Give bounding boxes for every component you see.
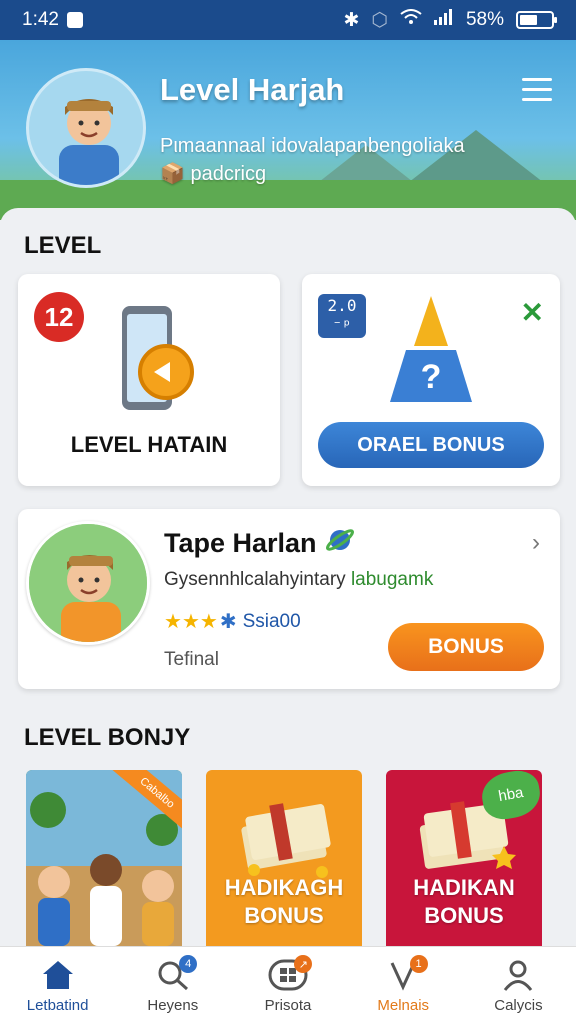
header-avatar[interactable]: [26, 68, 146, 188]
level-badge: 12: [34, 292, 84, 342]
battery-icon: [516, 11, 557, 29]
tile-label-line: HADIKAN: [413, 875, 515, 900]
profile-name-text: Tape Harlan: [164, 528, 317, 558]
nav-item-grid[interactable]: ↗ Prisota: [230, 947, 345, 1024]
time-text: 1:42: [22, 9, 59, 30]
section-title-bonus: LEVEL BONJY: [24, 724, 191, 751]
status-right: ✱ ⬡ 58%: [343, 9, 557, 32]
signal-icon: [433, 9, 454, 31]
nav-label: Prisota: [264, 997, 312, 1014]
section-title-level: LEVEL: [24, 232, 102, 259]
profile-description: Gysennhlcalahyintary labugamk: [164, 569, 433, 591]
subtitle-line: 📦 padcricg: [160, 160, 540, 188]
nav-badge: ↗: [294, 955, 313, 973]
tile-label-line: BONUS: [424, 903, 504, 928]
profile-name: Tape Harlan: [164, 525, 355, 562]
nav-badge: 4: [179, 955, 198, 973]
star-icon: ★: [181, 611, 200, 633]
bottom-nav: Letbatind 4 Heyens ↗ Prisota 1 Melnais C…: [0, 946, 576, 1024]
profile-description-text: Gysennhlcalahyintary: [164, 569, 346, 590]
home-icon: [42, 961, 73, 989]
nav-item-home[interactable]: Letbatind: [0, 947, 115, 1024]
level-card-label: LEVEL HATAIN: [70, 432, 228, 457]
battery-text: 58%: [465, 9, 504, 30]
bonus-tile-photo[interactable]: Cabalbo: [26, 770, 182, 946]
box-icon: 📦: [160, 163, 185, 185]
math-badge-icon: 2.0 ⁻ᵖ: [318, 294, 366, 338]
notification-icon: [66, 12, 83, 28]
nav-item-gift[interactable]: 1 Melnais: [346, 947, 461, 1024]
profile-icon: [504, 960, 533, 991]
bonus-button[interactable]: BONUS: [388, 623, 544, 671]
status-bar: 1:42 ✱ ⬡ 58%: [0, 0, 576, 40]
battery-fill: [520, 15, 537, 25]
phone-coin-icon: [118, 304, 198, 419]
page-title: Level Harjah: [160, 72, 345, 107]
close-icon[interactable]: ✕: [521, 296, 544, 329]
tile-label-line: BONUS: [244, 903, 324, 928]
badge-icon: ✱: [219, 611, 237, 633]
wifi-icon: [400, 9, 422, 31]
profile-avatar: [26, 521, 150, 645]
bonus-tile-hadikan[interactable]: hba HADIKAN BONUS: [386, 767, 544, 946]
shield-icon: ⬡: [371, 9, 388, 31]
level-card-hatain[interactable]: 12 LEVEL HATAIN: [18, 274, 280, 486]
tile-label: HADIKAN BONUS: [386, 874, 542, 930]
mystery-box-icon: ?: [386, 294, 476, 409]
nav-label: Calycis: [494, 997, 543, 1014]
nav-badge: 1: [409, 955, 428, 973]
level-badge-text: 12: [44, 301, 74, 332]
chevron-right-icon[interactable]: ›: [532, 529, 540, 557]
hamburger-menu-icon[interactable]: [522, 78, 552, 102]
status-time: 1:42: [22, 9, 83, 31]
settings-gear-icon: ✱: [343, 9, 360, 31]
planet-icon: [325, 525, 355, 562]
nav-item-search[interactable]: 4 Heyens: [115, 947, 230, 1024]
rating-stars: ★★★ ✱ Ssia00: [164, 609, 301, 634]
tile-label: HADIKAGH BONUS: [206, 874, 362, 930]
svg-text:?: ?: [421, 358, 442, 396]
star-icon: ★: [164, 611, 182, 633]
header-subtitle: Pιmaannaal idovalapanbengoliaka 📦 padcri…: [160, 132, 540, 188]
subtitle-line-text: padcricg: [190, 163, 267, 185]
bonus-tile-hadikagh[interactable]: HADIKAGH BONUS: [206, 770, 362, 946]
subtitle-line: Pιmaannaal idovalapanbengoliaka: [160, 135, 465, 157]
nav-label: Heyens: [147, 997, 199, 1014]
orael-bonus-button[interactable]: ORAEL BONUS: [318, 422, 544, 468]
nav-label: Letbatind: [26, 997, 89, 1014]
rating-label: Ssia00: [242, 610, 301, 632]
star-icon: ★: [199, 611, 218, 633]
star-icons: ★★★: [164, 609, 218, 634]
nav-item-profile[interactable]: Calycis: [461, 947, 576, 1024]
level-card-orael[interactable]: 2.0 ⁻ᵖ ✕ ? ORAEL BONUS: [302, 274, 560, 486]
tile-label-line: HADIKAGH: [224, 875, 344, 900]
hero-header: Level Harjah Pιmaannaal idovalapanbengol…: [0, 40, 576, 220]
profile-description-highlight: labugamk: [350, 569, 434, 590]
profile-subtext: Tefinal: [164, 649, 219, 670]
nav-label: Melnais: [377, 997, 430, 1014]
profile-card[interactable]: Tape Harlan Gysennhlcalahyintary labugam…: [18, 509, 560, 689]
